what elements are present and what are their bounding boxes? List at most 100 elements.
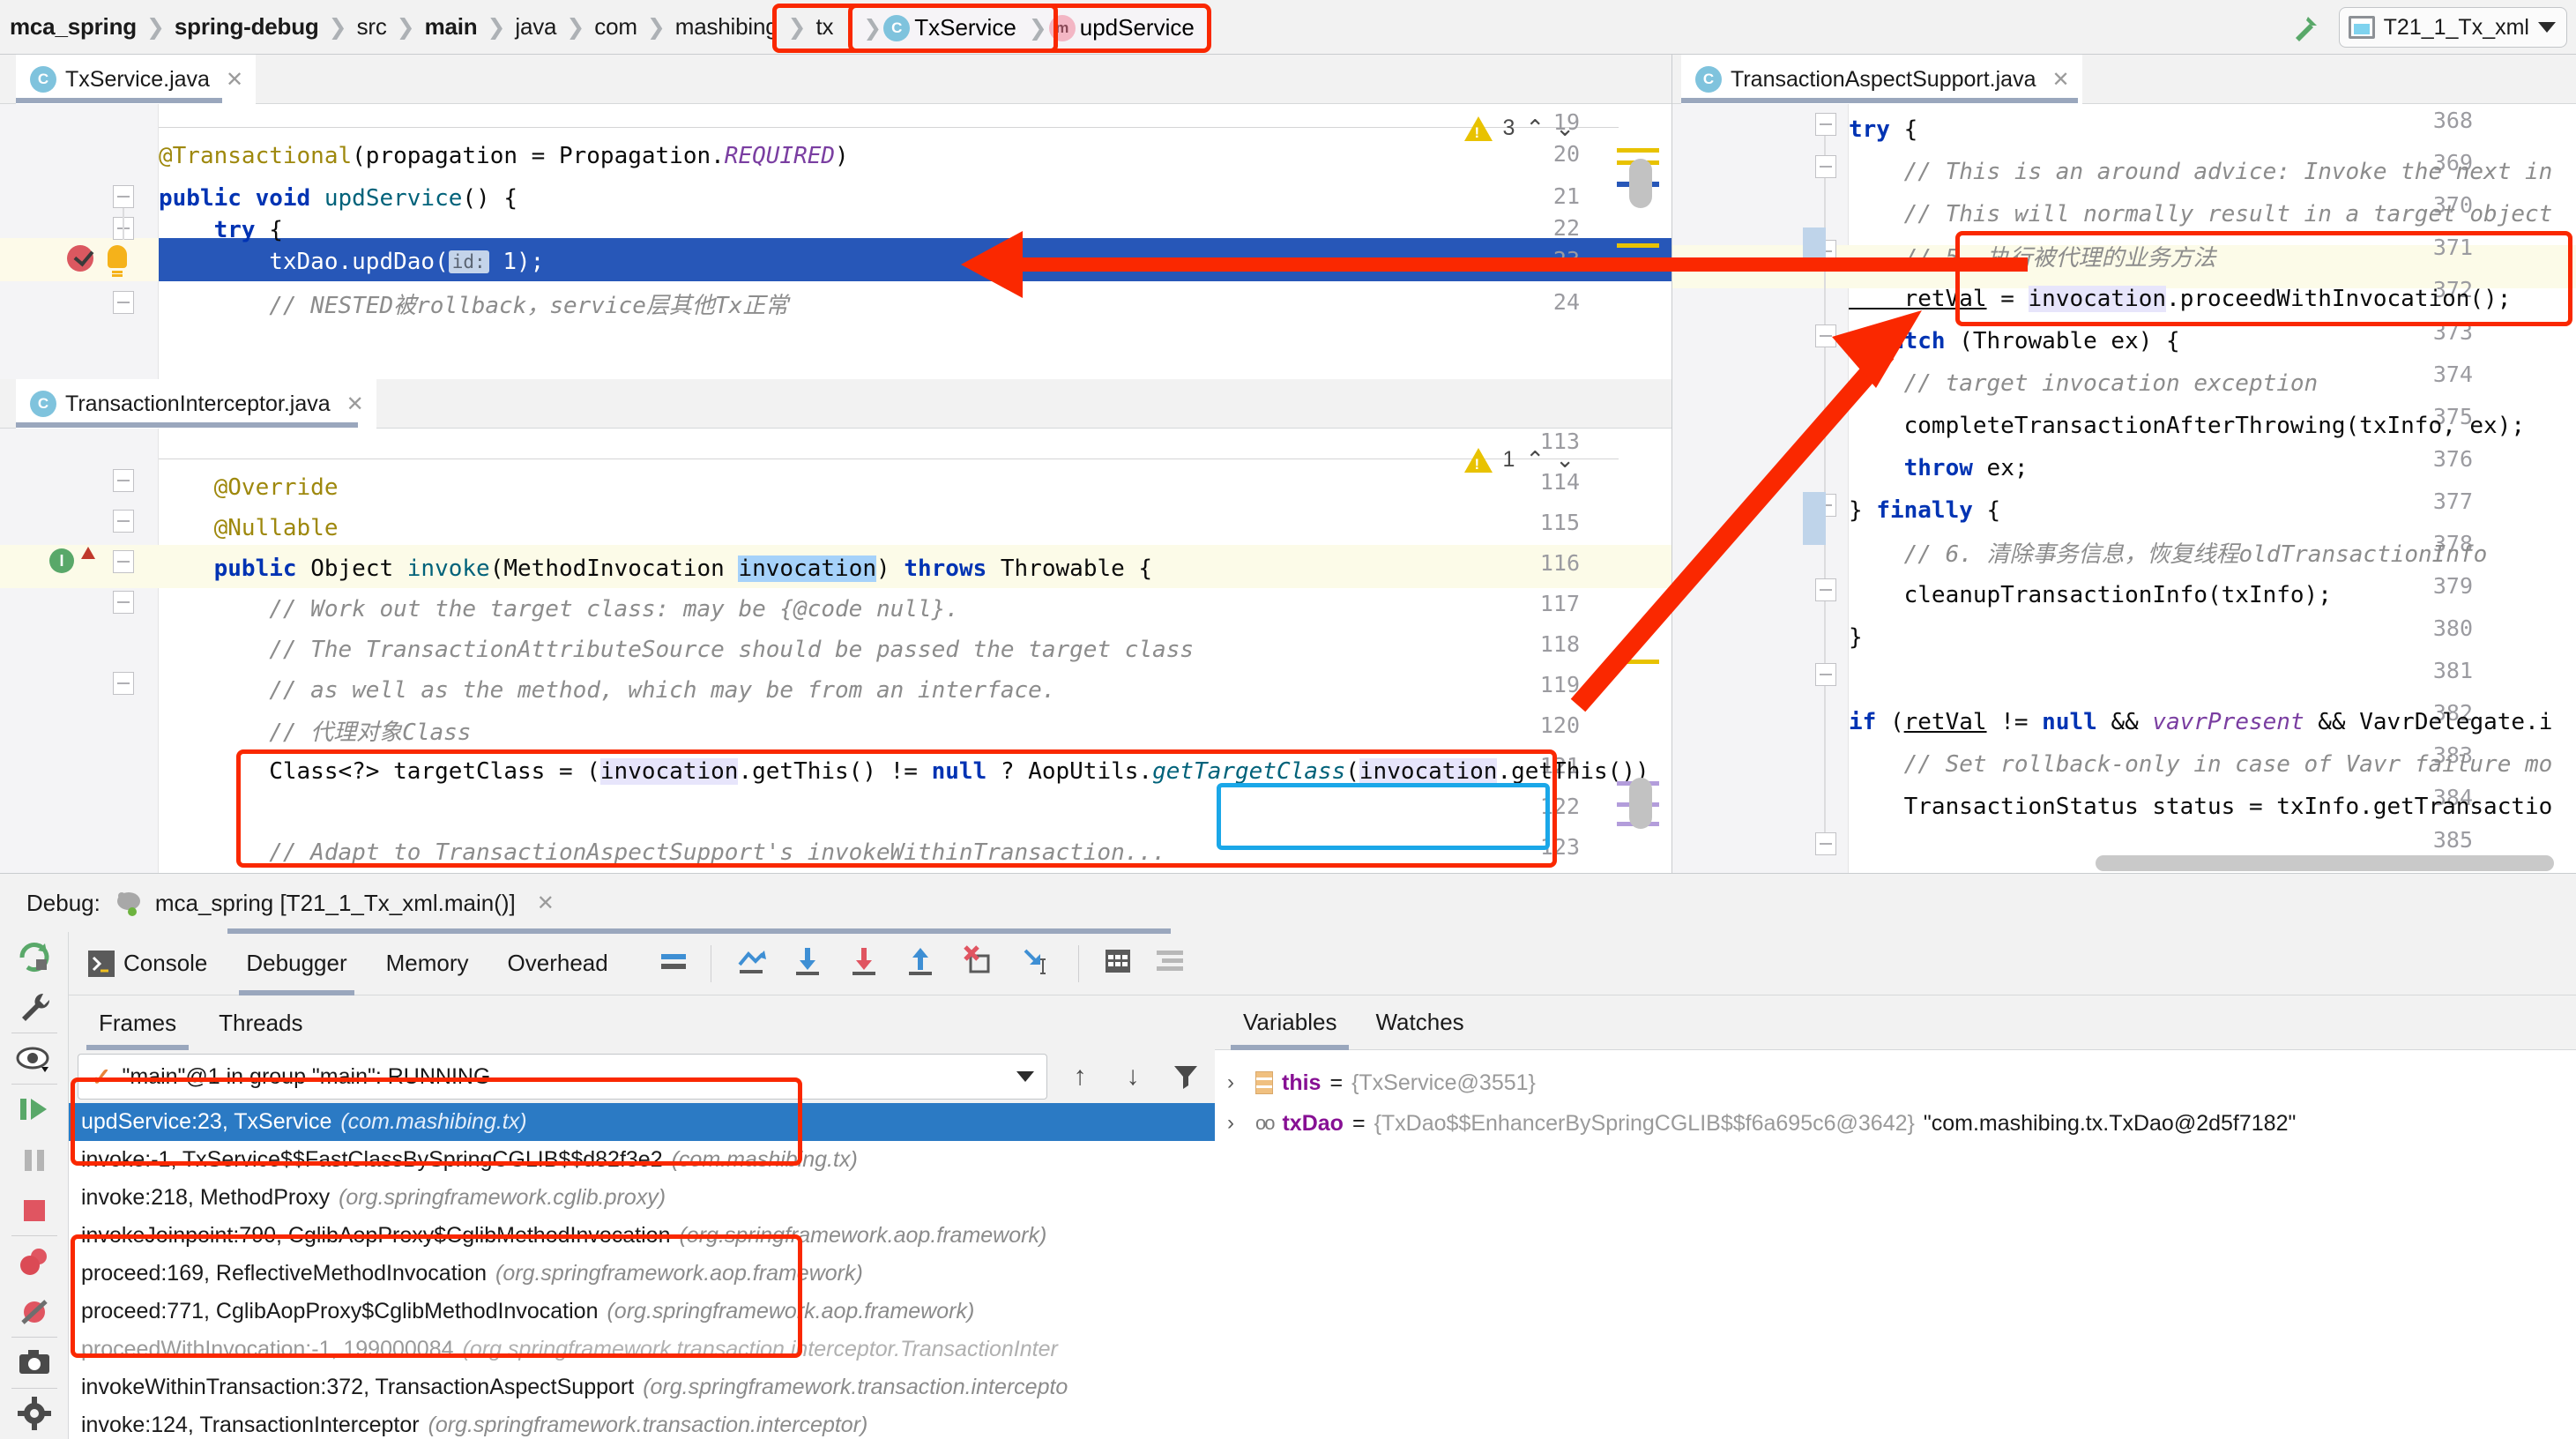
pause-program-icon[interactable] — [0, 1135, 69, 1185]
scrollbar-thumb[interactable] — [1629, 159, 1652, 208]
chevron-down-icon[interactable]: ⌄ — [1555, 115, 1575, 142]
inspection-widget[interactable]: 3 ⌃ ⌄ — [1463, 115, 1575, 142]
breakpoint-verified-icon[interactable] — [67, 245, 93, 272]
frames-list[interactable]: updService:23, TxService (com.mashibing.t… — [69, 1103, 1215, 1439]
scrollbar-warning-mark[interactable] — [1617, 243, 1659, 248]
close-icon[interactable]: ✕ — [346, 391, 364, 417]
breadcrumb-item-updservice[interactable]: ❯ m updService — [1022, 14, 1200, 41]
editor-txservice-code[interactable]: 19 20 21 22 23 24 @Transactional (propaga… — [0, 104, 1671, 379]
wrench-settings-icon[interactable] — [0, 982, 69, 1033]
editor-aspectsupport-code[interactable]: 368 369 370 371 372 373 374 375 376 377 … — [1672, 104, 2576, 873]
fold-marker-icon[interactable] — [1815, 324, 1836, 347]
scrollbar-thumb[interactable] — [1629, 778, 1652, 829]
breadcrumb-item-module[interactable]: spring-debug — [167, 13, 327, 41]
table-row[interactable]: proceed:169, ReflectiveMethodInvocation (… — [69, 1255, 1215, 1293]
stop-icon[interactable] — [0, 1185, 69, 1235]
tab-transactioninterceptor-java[interactable]: C TransactionInterceptor.java ✕ — [16, 379, 376, 429]
thread-selector[interactable]: ✓ "main"@1 in group "main": RUNNING — [78, 1054, 1047, 1100]
settings-list-icon[interactable] — [1144, 947, 1199, 980]
breadcrumb-item-main[interactable]: main — [417, 13, 486, 41]
gear-icon[interactable] — [0, 1389, 69, 1439]
frame-down-button[interactable]: ↓ — [1113, 1056, 1153, 1097]
chevron-right-icon[interactable]: › — [1227, 1070, 1247, 1095]
breadcrumb-item-src[interactable]: src — [349, 13, 395, 41]
run-to-cursor-icon[interactable] — [1006, 943, 1066, 983]
horizontal-scrollbar[interactable] — [2096, 855, 2554, 871]
step-into-icon[interactable] — [780, 943, 837, 983]
table-row[interactable]: invoke:124, TransactionInterceptor (org.s… — [69, 1406, 1215, 1439]
hammer-icon[interactable] — [2286, 7, 2327, 48]
tab-debugger[interactable]: Debugger — [227, 932, 366, 995]
fold-marker-icon[interactable] — [113, 469, 134, 492]
drop-frame-icon[interactable] — [949, 943, 1006, 983]
mute-breakpoints-icon[interactable] — [0, 1286, 69, 1337]
fold-marker-icon[interactable] — [113, 550, 134, 573]
breadcrumb-item-java[interactable]: java — [507, 13, 564, 41]
breadcrumb-item-project[interactable]: mca_spring — [2, 13, 145, 41]
fold-marker-icon[interactable] — [1815, 113, 1836, 136]
intention-bulb-icon[interactable] — [108, 245, 127, 273]
debug-session-tab[interactable]: mca_spring [T21_1_Tx_xml.main()] ✕ — [115, 889, 555, 917]
table-row[interactable]: invoke:-1, TxService$$FastClassBySpringC… — [69, 1141, 1215, 1179]
list-item[interactable]: › oo txDao = {TxDao$$EnhancerBySpringCGL… — [1215, 1103, 2576, 1144]
close-icon[interactable]: ✕ — [2051, 67, 2069, 93]
chevron-down-icon[interactable]: ⌄ — [1555, 446, 1575, 473]
frame-up-button[interactable]: ↑ — [1060, 1056, 1100, 1097]
breadcrumb-item-txservice[interactable]: ❯ C TxService — [856, 14, 1022, 41]
step-over-icon[interactable] — [724, 943, 780, 983]
breadcrumb-item-mashibing[interactable]: mashibing — [667, 13, 786, 41]
rerun-icon[interactable] — [0, 932, 69, 982]
run-configuration-selector[interactable]: T21_1_Tx_xml — [2338, 7, 2567, 48]
gutter-left[interactable] — [0, 429, 159, 922]
fold-marker-icon[interactable] — [113, 672, 134, 695]
tab-txservice-java[interactable]: C TxService.java ✕ — [16, 55, 257, 104]
implementing-method-icon[interactable]: I — [49, 548, 74, 573]
fold-marker-icon[interactable] — [113, 591, 134, 614]
tab-frames[interactable]: Frames — [78, 995, 197, 1050]
table-row[interactable]: proceedWithInvocation:-1, 199000084 (org.… — [69, 1331, 1215, 1368]
chevron-up-icon[interactable]: ⌃ — [1525, 446, 1545, 473]
close-icon[interactable]: ✕ — [226, 67, 243, 93]
fold-marker-icon[interactable] — [1815, 832, 1836, 855]
breadcrumb-item-tx[interactable]: tx — [808, 13, 841, 41]
fold-marker-icon[interactable] — [113, 291, 134, 314]
tab-variables[interactable]: Variables — [1224, 995, 1356, 1050]
inspection-widget[interactable]: 1 ⌃ ⌄ — [1463, 446, 1575, 473]
tab-console[interactable]: Console — [69, 932, 227, 995]
overriding-method-icon[interactable] — [81, 547, 95, 559]
fold-marker-icon[interactable] — [113, 510, 134, 533]
fold-marker-icon[interactable] — [1815, 578, 1836, 601]
resume-program-icon[interactable] — [0, 1085, 69, 1135]
gutter-right-editor[interactable] — [1672, 104, 1849, 873]
chevron-right-icon[interactable]: › — [1227, 1111, 1247, 1136]
editor-interceptor-code[interactable]: 113 114 115 116 117 118 119 120 121 122 … — [0, 429, 1671, 922]
table-row[interactable]: invoke:218, MethodProxy (org.springframew… — [69, 1179, 1215, 1217]
evaluate-expression-icon[interactable] — [1091, 945, 1144, 981]
fold-marker-icon[interactable] — [1815, 663, 1836, 686]
filter-icon[interactable] — [1165, 1056, 1206, 1097]
tab-transactionaspectsupport-java[interactable]: C TransactionAspectSupport.java ✕ — [1681, 55, 2082, 104]
tab-watches[interactable]: Watches — [1356, 995, 1483, 1050]
view-breakpoints-icon[interactable] — [0, 1236, 69, 1286]
screenshot-icon[interactable] — [0, 1338, 69, 1388]
show-execution-point-icon[interactable] — [649, 945, 698, 981]
scrollbar-warning-mark[interactable] — [1617, 660, 1659, 664]
tab-memory[interactable]: Memory — [367, 932, 488, 995]
chevron-up-icon[interactable]: ⌃ — [1525, 115, 1545, 142]
table-row[interactable]: proceed:771, CglibAopProxy$CglibMethodIn… — [69, 1293, 1215, 1331]
table-row[interactable]: invokeJoinpoint:790, CglibAopProxy$Cglib… — [69, 1217, 1215, 1255]
fold-marker-icon[interactable] — [1815, 155, 1836, 178]
table-row[interactable]: updService:23, TxService (com.mashibing.t… — [69, 1103, 1215, 1141]
mute-watch-icon[interactable] — [0, 1033, 69, 1084]
fold-marker-icon[interactable] — [113, 185, 134, 208]
tab-threads[interactable]: Threads — [197, 995, 324, 1050]
force-step-into-icon[interactable] — [837, 943, 893, 983]
scrollbar-warning-mark[interactable] — [1617, 148, 1659, 153]
breadcrumb-item-com[interactable]: com — [586, 13, 645, 41]
close-icon[interactable]: ✕ — [537, 891, 555, 916]
chevron-down-icon[interactable] — [1016, 1071, 1034, 1082]
list-item[interactable]: › this = {TxService@3551} — [1215, 1062, 2576, 1103]
tab-overhead[interactable]: Overhead — [488, 932, 628, 995]
table-row[interactable]: invokeWithinTransaction:372, Transaction… — [69, 1368, 1215, 1406]
step-out-icon[interactable] — [893, 943, 949, 983]
